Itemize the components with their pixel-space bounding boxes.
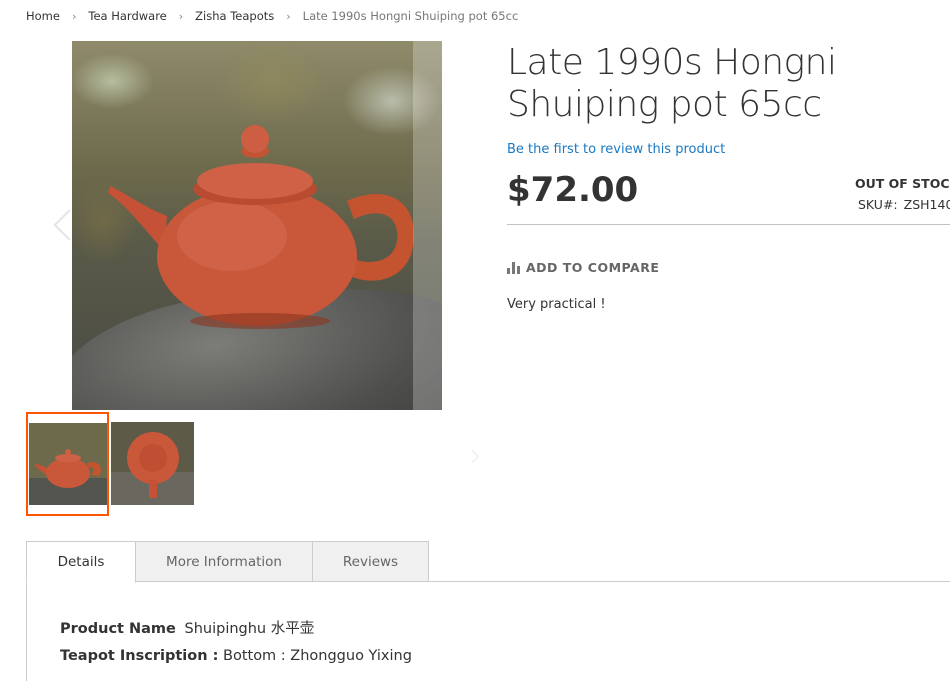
tab-panel-border <box>26 582 27 681</box>
product-name-label: Product Name <box>60 621 176 637</box>
product-price: $72.00 <box>507 170 639 210</box>
breadcrumb-zisha-teapots[interactable]: Zisha Teapots <box>195 9 274 23</box>
add-to-compare-button[interactable]: ADD TO COMPARE <box>507 260 659 275</box>
breadcrumb-home[interactable]: Home <box>26 9 60 23</box>
thumbnail-teapot-side-image <box>29 423 107 505</box>
thumbnails-next-arrow-icon[interactable] <box>466 450 479 463</box>
thumbnail-2[interactable] <box>111 422 194 505</box>
tab-details[interactable]: Details <box>26 541 136 583</box>
product-main-image[interactable] <box>72 41 442 410</box>
breadcrumb-current: Late 1990s Hongni Shuiping pot 65cc <box>302 9 519 23</box>
first-review-link[interactable]: Be the first to review this product <box>507 142 725 157</box>
product-name-value: Shuipinghu 水平壶 <box>184 621 315 637</box>
tab-reviews[interactable]: Reviews <box>312 541 429 582</box>
teapot-image <box>108 125 414 329</box>
add-to-compare-label: ADD TO COMPARE <box>526 260 660 275</box>
gallery-thumbnails <box>26 412 194 516</box>
stock-status: OUT OF STOCK <box>855 176 950 191</box>
tab-more-information[interactable]: More Information <box>135 541 313 582</box>
detail-teapot-inscription: Teapot Inscription : Bottom : Zhongguo Y… <box>60 648 412 664</box>
product-sku: SKU#: ZSH140 <box>858 197 950 212</box>
compare-chart-icon <box>507 261 520 274</box>
detail-product-name: Product Name Shuipinghu 水平壶 <box>60 617 314 638</box>
thumbnail-teapot-top-image <box>111 422 194 505</box>
product-tabs: Details More Information Reviews <box>26 541 429 583</box>
inscription-label: Teapot Inscription : <box>60 648 219 664</box>
product-title: Late 1990s Hongni Shuiping pot 65cc <box>507 42 837 125</box>
sku-label: SKU#: <box>858 197 898 212</box>
breadcrumb-tea-hardware[interactable]: Tea Hardware <box>88 9 166 23</box>
short-description: Very practical ! <box>507 297 606 312</box>
divider <box>507 224 950 225</box>
chevron-right-icon: › <box>178 9 184 23</box>
chevron-right-icon: › <box>286 9 291 23</box>
thumbnail-1[interactable] <box>26 412 109 516</box>
chevron-right-icon: › <box>71 9 77 23</box>
breadcrumb: Home › Tea Hardware › Zisha Teapots › La… <box>26 9 518 23</box>
inscription-value: Bottom : Zhongguo Yixing <box>223 648 412 664</box>
sku-value: ZSH140 <box>903 197 950 212</box>
